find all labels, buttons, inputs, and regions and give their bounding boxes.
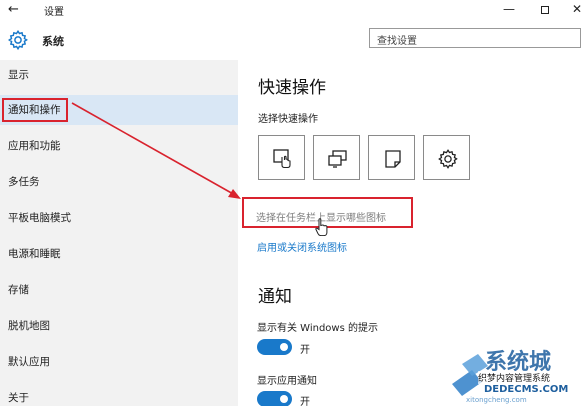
sidebar-item-tablet-mode[interactable]: 平板电脑模式 [0, 203, 238, 233]
app-notifications-label: 显示应用通知 [257, 376, 317, 387]
search-placeholder: 查找设置 [377, 36, 417, 47]
quick-actions-subheading: 选择快速操作 [258, 114, 318, 125]
windows-tips-state: 开 [300, 345, 310, 356]
search-input[interactable]: 查找设置 [369, 28, 581, 48]
sidebar-item-apps-features[interactable]: 应用和功能 [0, 131, 238, 161]
hand-cursor-icon [315, 218, 328, 236]
notifications-heading: 通知 [258, 287, 292, 307]
watermark-subtitle: 织梦内容管理系统 [478, 371, 551, 384]
sidebar-item-about[interactable]: 关于 [0, 383, 238, 406]
sidebar: 显示 通知和操作 应用和功能 多任务 平板电脑模式 电源和睡眠 存储 脱机地图 … [0, 60, 238, 406]
title-bar: ← 设置 — ✕ [0, 0, 588, 20]
sidebar-item-power-sleep[interactable]: 电源和睡眠 [0, 239, 238, 269]
sidebar-item-display[interactable]: 显示 [0, 60, 238, 90]
settings-gear-icon [438, 149, 458, 169]
sidebar-item-storage[interactable]: 存储 [0, 275, 238, 305]
system-icons-link[interactable]: 启用或关闭系统图标 [257, 239, 347, 254]
toggle-knob [280, 343, 288, 351]
quick-action-tablet-mode[interactable] [258, 135, 305, 180]
settings-header: 系统 查找设置 [0, 20, 588, 60]
note-icon [385, 150, 401, 168]
sidebar-item-multitasking[interactable]: 多任务 [0, 167, 238, 197]
windows-tips-label: 显示有关 Windows 的提示 [257, 323, 378, 334]
sidebar-item-offline-maps[interactable]: 脱机地图 [0, 311, 238, 341]
close-button[interactable]: ✕ [562, 0, 588, 20]
back-arrow-icon[interactable]: ← [8, 1, 26, 19]
maximize-button[interactable] [530, 0, 560, 20]
project-icon [328, 150, 347, 168]
quick-actions-heading: 快速操作 [258, 78, 326, 98]
quick-action-project[interactable] [313, 135, 360, 180]
maximize-icon [541, 5, 549, 14]
sidebar-item-default-apps[interactable]: 默认应用 [0, 347, 238, 377]
app-notifications-state: 开 [300, 397, 310, 406]
minimize-button[interactable]: — [494, 0, 524, 20]
quick-action-settings[interactable] [423, 135, 470, 180]
watermark-site: DEDECMS.COM [484, 384, 569, 395]
selection-highlight-box [2, 98, 68, 122]
tablet-mode-icon [273, 149, 291, 169]
toggle-knob [280, 395, 288, 403]
quick-action-note[interactable] [368, 135, 415, 180]
windows-tips-toggle[interactable] [257, 339, 292, 355]
window-title: 设置 [44, 7, 64, 18]
watermark-url: xitongcheng.com [466, 396, 527, 404]
app-notifications-toggle[interactable] [257, 391, 292, 406]
page-title: 系统 [42, 35, 64, 48]
gear-icon [7, 29, 28, 51]
